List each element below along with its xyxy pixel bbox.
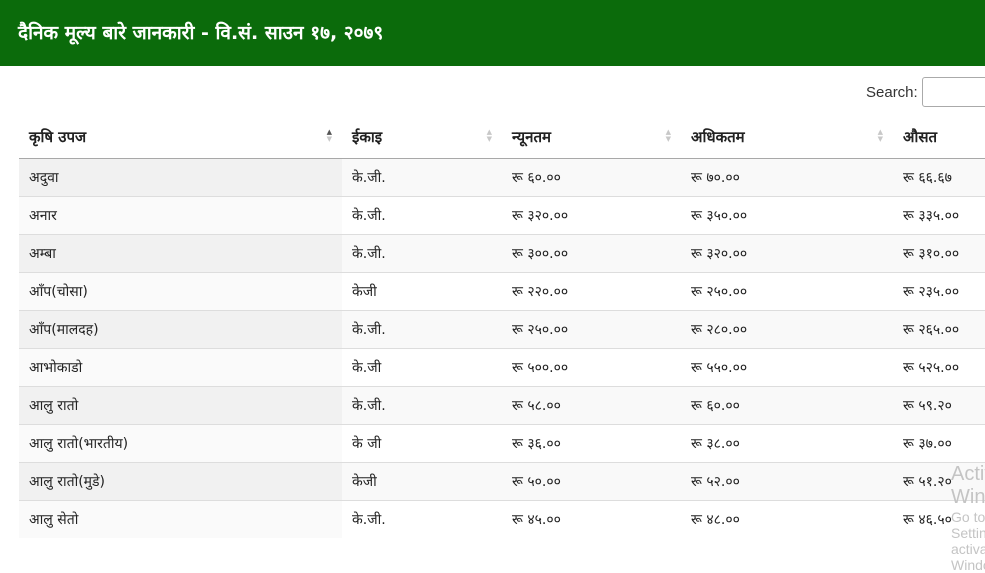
search-input[interactable] <box>921 77 985 107</box>
maximum-price-cell: रू ५२.०० <box>681 461 893 500</box>
average-price-cell: रू ६६.६७ <box>893 157 985 196</box>
minimum-price-cell: रू ५८.०० <box>502 385 681 424</box>
page-title: दैनिक मूल्य बारे जानकारी - वि.सं. साउन १… <box>18 22 384 44</box>
column-header-label: औसत <box>903 127 938 146</box>
minimum-price-cell: रू ३६.०० <box>502 423 681 462</box>
table-row: अम्बा के.जी. रू ३००.०० रू ३२०.०० रू ३१०.०० <box>19 233 985 272</box>
minimum-price-cell: रू ६०.०० <box>502 157 681 196</box>
table-row: अनार के.जी. रू ३२०.०० रू ३५०.०० रू ३३५.०० <box>19 195 985 234</box>
maximum-price-cell: रू ६०.०० <box>681 385 893 424</box>
column-header-label: न्यूनतम <box>512 127 551 146</box>
product-cell: अनार <box>19 195 342 234</box>
sort-icon: ▲ ▼ <box>665 128 671 143</box>
windows-activation-watermark: Activate Windows Go to Settings to activ… <box>951 463 985 573</box>
average-price-cell: रू ३७.०० <box>893 423 985 462</box>
table-row: आँप(मालदह) के.जी. रू २५०.०० रू २८०.०० रू २६५… <box>19 309 985 348</box>
unit-cell: के.जी. <box>342 157 502 196</box>
average-price-cell: रू ५९.२० <box>893 385 985 424</box>
average-price-cell: रू २३५.०० <box>893 271 985 310</box>
product-cell: आलु रातो(मुडे) <box>19 461 342 500</box>
product-cell: आलु रातो <box>19 385 342 424</box>
column-header-product[interactable]: कृषि उपज ▲ ▼ <box>19 116 342 159</box>
column-header-label: ईकाइ <box>352 127 383 146</box>
unit-cell: के.जी. <box>342 499 502 538</box>
maximum-price-cell: रू ७०.०० <box>681 157 893 196</box>
product-cell: अदुवा <box>19 157 342 196</box>
table-row: आलु रातो के.जी. रू ५८.०० रू ६०.०० रू ५९.२० <box>19 385 985 424</box>
minimum-price-cell: रू ५००.०० <box>502 347 681 386</box>
maximum-price-cell: रू ३८.०० <box>681 423 893 462</box>
sort-icon: ▲ ▼ <box>486 128 492 143</box>
unit-cell: के.जी. <box>342 233 502 272</box>
table-body: अदुवा के.जी. रू ६०.०० रू ७०.०० रू ६६.६७ अनार क… <box>19 157 985 538</box>
column-header-label: कृषि उपज <box>29 127 87 146</box>
maximum-price-cell: रू ५५०.०० <box>681 347 893 386</box>
minimum-price-cell: रू ३००.०० <box>502 233 681 272</box>
average-price-cell: रू ५२५.०० <box>893 347 985 386</box>
search-label: Search: <box>866 83 918 101</box>
product-cell: आँप(मालदह) <box>19 309 342 348</box>
column-header-maximum[interactable]: अधिकतम ▲ ▼ <box>681 116 893 159</box>
product-cell: आलु सेतो <box>19 499 342 538</box>
watermark-line-2: Go to Settings to activate Windows. <box>951 509 985 573</box>
product-cell: आभोकाडो <box>19 347 342 386</box>
unit-cell: केजी <box>342 271 502 310</box>
table-row: आलु रातो(मुडे) केजी रू ५०.०० रू ५२.०० रू ५१.… <box>19 461 985 500</box>
minimum-price-cell: रू ५०.०० <box>502 461 681 500</box>
table-header-row: कृषि उपज ▲ ▼ ईकाइ ▲ ▼ न्यूनतम ▲ ▼ अधिकतम ▲ ▼ औसत <box>19 116 985 159</box>
minimum-price-cell: रू ४५.०० <box>502 499 681 538</box>
column-header-average[interactable]: औसत <box>893 116 985 159</box>
table-row: आलु रातो(भारतीय) के जी रू ३६.०० रू ३८.०० रू … <box>19 423 985 462</box>
unit-cell: के.जी. <box>342 309 502 348</box>
table-row: अदुवा के.जी. रू ६०.०० रू ७०.०० रू ६६.६७ <box>19 157 985 196</box>
search-box: Search: <box>866 76 985 108</box>
sort-icon: ▲ ▼ <box>326 128 332 143</box>
maximum-price-cell: रू ४८.०० <box>681 499 893 538</box>
maximum-price-cell: रू २५०.०० <box>681 271 893 310</box>
watermark-line-1: Activate Windows <box>951 463 985 508</box>
average-price-cell: रू ३३५.०० <box>893 195 985 234</box>
minimum-price-cell: रू ३२०.०० <box>502 195 681 234</box>
maximum-price-cell: रू ३२०.०० <box>681 233 893 272</box>
product-cell: अम्बा <box>19 233 342 272</box>
column-header-unit[interactable]: ईकाइ ▲ ▼ <box>342 116 502 159</box>
maximum-price-cell: रू ३५०.०० <box>681 195 893 234</box>
minimum-price-cell: रू २५०.०० <box>502 309 681 348</box>
table-row: आलु सेतो के.जी. रू ४५.०० रू ४८.०० रू ४६.५० <box>19 499 985 538</box>
table-row: आँप(चोसा) केजी रू २२०.०० रू २५०.०० रू २३५.०० <box>19 271 985 310</box>
page-header: दैनिक मूल्य बारे जानकारी - वि.सं. साउन १… <box>0 0 985 66</box>
unit-cell: के.जी. <box>342 385 502 424</box>
price-table: कृषि उपज ▲ ▼ ईकाइ ▲ ▼ न्यूनतम ▲ ▼ अधिकतम ▲ ▼ औसत अदु… <box>19 116 985 538</box>
sort-icon: ▲ ▼ <box>877 128 883 143</box>
column-header-label: अधिकतम <box>691 127 745 146</box>
unit-cell: के जी <box>342 423 502 462</box>
product-cell: आँप(चोसा) <box>19 271 342 310</box>
average-price-cell: रू ३१०.०० <box>893 233 985 272</box>
product-cell: आलु रातो(भारतीय) <box>19 423 342 462</box>
unit-cell: केजी <box>342 461 502 500</box>
maximum-price-cell: रू २८०.०० <box>681 309 893 348</box>
table-row: आभोकाडो के.जी रू ५००.०० रू ५५०.०० रू ५२५.०० <box>19 347 985 386</box>
unit-cell: के.जी. <box>342 195 502 234</box>
unit-cell: के.जी <box>342 347 502 386</box>
minimum-price-cell: रू २२०.०० <box>502 271 681 310</box>
average-price-cell: रू २६५.०० <box>893 309 985 348</box>
column-header-minimum[interactable]: न्यूनतम ▲ ▼ <box>502 116 681 159</box>
